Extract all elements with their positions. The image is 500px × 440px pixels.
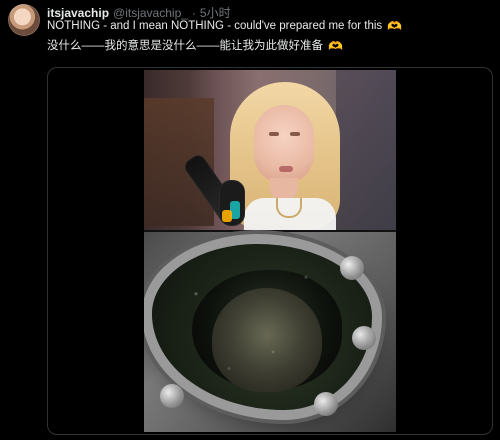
tweet-text-line-2: 没什么——我的意思是没什么——能让我为此做好准备 😩 🫶 — [47, 39, 497, 54]
ornament — [160, 384, 184, 408]
tweet-container: itsjavachip @itsjavachip_ · 5小时 NOTHING … — [0, 0, 500, 440]
left-eye — [269, 132, 279, 136]
avatar[interactable] — [8, 4, 40, 36]
right-eye — [290, 132, 300, 136]
media-attachment[interactable] — [47, 67, 493, 435]
ornament — [352, 326, 376, 350]
heart-hands-emoji-icon: 🫶 — [387, 19, 403, 33]
microphone-accent-2 — [222, 210, 232, 222]
tweet-header: itsjavachip @itsjavachip_ · 5小时 — [47, 4, 231, 20]
tweet-text-english: NOTHING - and I mean NOTHING - could've … — [47, 20, 383, 32]
neck — [270, 178, 298, 200]
heart-hands-emoji-icon-2: 🫶 — [328, 39, 344, 53]
handle[interactable]: @itsjavachip_ — [113, 6, 188, 20]
video-top-frame — [144, 70, 396, 230]
display-name[interactable]: itsjavachip — [47, 6, 109, 20]
video-bottom-frame — [144, 232, 396, 432]
separator-dot: · — [191, 6, 196, 20]
ornate-mirror — [152, 244, 372, 410]
mirror-glitter — [152, 244, 372, 410]
tweet-text-chinese: 没什么——我的意思是没什么——能让我为此做好准备 — [47, 40, 323, 52]
video-preview-image[interactable] — [144, 70, 396, 432]
background-room — [336, 70, 396, 230]
ornament — [314, 392, 338, 416]
tweet-text-line-1: NOTHING - and I mean NOTHING - could've … — [47, 19, 497, 34]
mouth — [279, 166, 293, 172]
ornament — [340, 256, 364, 280]
